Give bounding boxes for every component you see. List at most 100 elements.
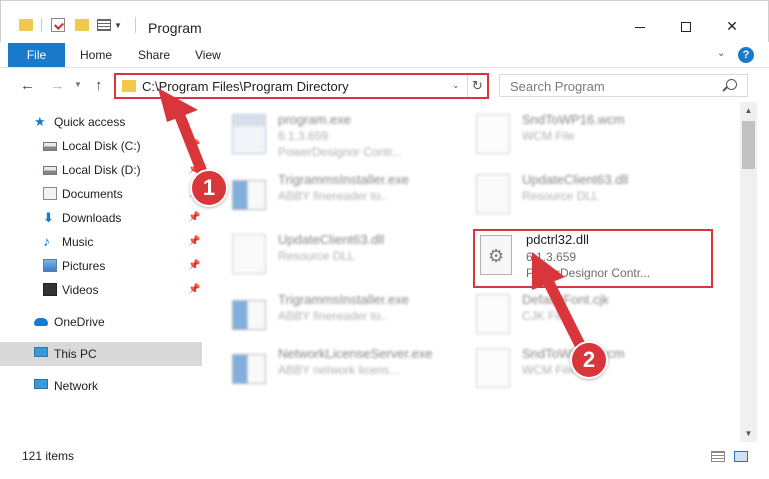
- file-item[interactable]: UpdateClient63.dll Resource DLL: [476, 168, 726, 222]
- documents-icon: [43, 187, 57, 200]
- selected-file-version: 6.1.3.659: [526, 250, 577, 264]
- navigation-pane: ★ Quick access Local Disk (C:) 📌 Local D…: [0, 102, 206, 442]
- pictures-icon: [43, 259, 57, 272]
- drive-icon: [43, 142, 57, 151]
- sidebar-item-local-disk-c[interactable]: Local Disk (C:) 📌: [0, 134, 202, 158]
- file-item[interactable]: TrigrammsInstaller.exe ABBY finereader t…: [232, 168, 482, 222]
- tab-home[interactable]: Home: [80, 43, 112, 67]
- navigation-bar: ← → ▼ ↑ C:\Program Files\Program Directo…: [0, 68, 769, 102]
- music-icon: ♪: [43, 233, 50, 249]
- search-input[interactable]: Search Program: [499, 74, 748, 97]
- sidebar-item-documents[interactable]: Documents 📌: [0, 182, 202, 206]
- file-name: UpdateClient63.dll: [278, 232, 385, 247]
- search-placeholder: Search Program: [510, 79, 605, 94]
- file-item[interactable]: DefaultFont.cjk CJK File: [476, 288, 726, 342]
- sidebar-item-quick-access[interactable]: ★ Quick access: [0, 110, 202, 134]
- file-item[interactable]: UpdateClient63.dll Resource DLL: [232, 228, 482, 282]
- address-path[interactable]: C:\Program Files\Program Directory: [142, 79, 349, 94]
- pin-icon[interactable]: 📌: [188, 212, 200, 223]
- file-item[interactable]: NetworkLicenseServer.exe ABBY network li…: [232, 342, 482, 396]
- maximize-button[interactable]: [663, 11, 709, 41]
- file-item[interactable]: SndToWP16.wcm WCM File: [476, 108, 726, 162]
- recent-locations-icon[interactable]: ▼: [74, 80, 82, 89]
- back-arrow-icon[interactable]: ←: [20, 77, 35, 94]
- properties-icon[interactable]: [51, 18, 65, 32]
- sidebar-item-network[interactable]: Network: [0, 374, 202, 398]
- search-icon[interactable]: [726, 79, 737, 90]
- item-count: 121 items: [22, 449, 75, 463]
- file-name: TrigrammsInstaller.exe: [278, 292, 409, 307]
- new-folder-icon[interactable]: [75, 19, 89, 31]
- cloud-icon: [34, 318, 48, 326]
- file-item[interactable]: TrigrammsInstaller.exe ABBY finereader t…: [232, 288, 482, 342]
- file-name: program.exe: [278, 112, 351, 127]
- selected-file-name[interactable]: pdctrl32.dll: [526, 232, 589, 247]
- pin-icon[interactable]: 📌: [188, 284, 200, 295]
- exe-file-icon: [232, 114, 266, 154]
- file-item[interactable]: program.exe 6.1.3.659 PowerDesignor Cont…: [232, 108, 482, 162]
- toolbar-divider: [135, 17, 136, 33]
- vertical-scrollbar[interactable]: ▲ ▼: [740, 102, 757, 442]
- up-arrow-icon[interactable]: ↑: [95, 77, 103, 94]
- pin-icon[interactable]: 📌: [188, 260, 200, 271]
- file-detail: Resource DLL: [522, 189, 599, 203]
- expand-ribbon-icon[interactable]: ⌄: [717, 48, 725, 59]
- file-detail: CJK File: [522, 309, 568, 323]
- file-detail: WCM File: [522, 129, 575, 143]
- file-name: DefaultFont.cjk: [522, 292, 609, 307]
- installer-file-icon: [232, 354, 266, 384]
- sidebar-item-local-disk-d[interactable]: Local Disk (D:) 📌: [0, 158, 202, 182]
- sidebar-item-label: Downloads: [62, 211, 122, 225]
- drive-icon: [43, 166, 57, 175]
- close-button[interactable]: ✕: [709, 11, 755, 41]
- sidebar-item-label: Pictures: [62, 259, 106, 273]
- tab-share[interactable]: Share: [138, 43, 170, 67]
- sidebar-item-videos[interactable]: Videos 📌: [0, 278, 202, 302]
- file-name: TrigrammsInstaller.exe: [278, 172, 409, 187]
- folder-icon: [122, 80, 136, 92]
- tab-view[interactable]: View: [195, 43, 221, 67]
- view-options-icon[interactable]: [97, 19, 111, 31]
- sidebar-item-pictures[interactable]: Pictures 📌: [0, 254, 202, 278]
- selected-file-company: PowerDesignor Contr...: [526, 266, 651, 280]
- computer-icon: [34, 347, 48, 357]
- downloads-icon: ⬇: [43, 210, 54, 225]
- sidebar-item-downloads[interactable]: ⬇ Downloads 📌: [0, 206, 202, 230]
- sidebar-item-this-pc[interactable]: This PC: [0, 342, 202, 366]
- sidebar-item-onedrive[interactable]: OneDrive: [0, 310, 202, 334]
- close-icon: ✕: [726, 18, 738, 34]
- maximize-icon: [681, 22, 691, 33]
- help-icon[interactable]: ?: [738, 47, 754, 63]
- forward-arrow-icon[interactable]: →: [50, 77, 65, 94]
- scroll-up-icon[interactable]: ▲: [740, 102, 757, 119]
- tab-file[interactable]: File: [8, 43, 65, 67]
- file-icon: [476, 114, 510, 154]
- dll-file-icon: [232, 234, 266, 274]
- sidebar-item-music[interactable]: ♪ Music 📌: [0, 230, 202, 254]
- status-bar: 121 items: [0, 442, 769, 468]
- scroll-down-icon[interactable]: ▼: [740, 425, 757, 442]
- file-icon: [476, 348, 510, 388]
- file-detail: 6.1.3.659: [278, 129, 329, 143]
- window-bottom: [0, 468, 769, 479]
- large-icons-view-icon[interactable]: [734, 451, 748, 462]
- installer-file-icon: [232, 300, 266, 330]
- sidebar-item-label: Quick access: [54, 115, 126, 129]
- file-detail: PowerDesignor Contr...: [278, 145, 403, 159]
- file-name: SndToWP16.wcm: [522, 112, 625, 127]
- details-view-icon[interactable]: [711, 451, 725, 462]
- scrollbar-thumb[interactable]: [742, 121, 755, 169]
- sidebar-item-label: Videos: [62, 283, 99, 297]
- videos-icon: [43, 283, 57, 296]
- chevron-down-icon[interactable]: ▼: [114, 21, 122, 37]
- address-bar[interactable]: C:\Program Files\Program Directory ⌄ ↻: [114, 73, 489, 99]
- sidebar-item-label: Music: [62, 235, 94, 249]
- title-bar: ▼ Program ✕: [0, 0, 769, 42]
- folder-icon[interactable]: [19, 19, 33, 31]
- refresh-icon[interactable]: ↻: [467, 75, 487, 97]
- pin-icon[interactable]: 📌: [188, 236, 200, 247]
- file-name: UpdateClient63.dll: [522, 172, 629, 187]
- chevron-down-icon[interactable]: ⌄: [452, 80, 460, 91]
- minimize-button[interactable]: [617, 11, 663, 41]
- pin-icon[interactable]: 📌: [188, 140, 200, 151]
